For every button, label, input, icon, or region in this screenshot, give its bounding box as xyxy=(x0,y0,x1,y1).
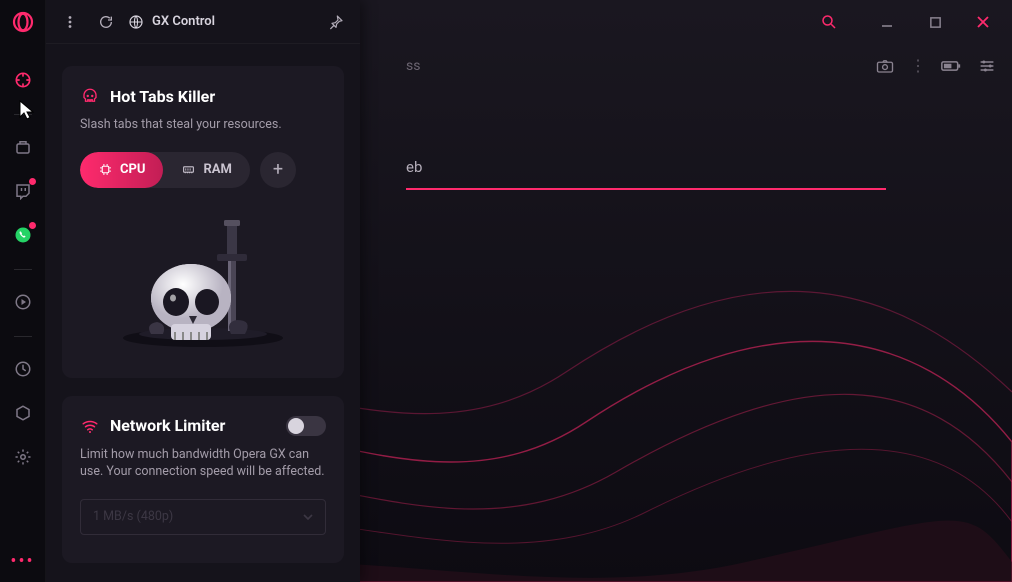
sidebar: ••• xyxy=(0,0,46,582)
network-limiter-subtitle: Limit how much bandwidth Opera GX can us… xyxy=(80,446,326,481)
hot-tabs-killer-card: Hot Tabs Killer Slash tabs that steal yo… xyxy=(62,66,344,378)
resource-segmented-control: CPU RAM xyxy=(80,152,250,188)
sidebar-divider xyxy=(14,336,32,337)
sidebar-divider xyxy=(14,269,32,270)
search-underline xyxy=(406,188,886,190)
sidebar-settings[interactable] xyxy=(7,441,39,473)
sidebar-gx-corner[interactable] xyxy=(7,131,39,163)
hot-tabs-title: Hot Tabs Killer xyxy=(110,87,215,106)
page-text-fragment: ss xyxy=(406,58,420,74)
sidebar-divider xyxy=(14,114,32,115)
panel-reload-button[interactable] xyxy=(92,8,120,36)
snapshot-icon[interactable] xyxy=(874,57,896,75)
skull-sword-illustration xyxy=(80,206,326,356)
maximize-button[interactable] xyxy=(922,9,948,35)
segment-ram-label: RAM xyxy=(203,162,231,177)
bandwidth-select[interactable]: 1 MB/s (480p) xyxy=(80,499,326,535)
sidebar-extensions[interactable] xyxy=(7,397,39,429)
network-limiter-card: Network Limiter Limit how much bandwidth… xyxy=(62,396,344,563)
sidebar-whatsapp[interactable] xyxy=(7,219,39,251)
notification-dot-icon xyxy=(29,222,36,229)
notification-dot-icon xyxy=(29,178,36,185)
close-button[interactable] xyxy=(970,9,996,35)
separator-dots: ⋮ xyxy=(910,56,926,75)
easy-setup-icon[interactable] xyxy=(976,57,998,75)
bandwidth-select-value: 1 MB/s (480p) xyxy=(93,509,173,524)
minimize-button[interactable] xyxy=(874,9,900,35)
wifi-icon xyxy=(80,416,100,436)
sidebar-gx-control[interactable] xyxy=(7,64,39,96)
gx-control-panel: GX Control Hot Tabs Killer Slash tabs th… xyxy=(46,0,360,582)
page-text-fragment: eb xyxy=(406,158,422,176)
segment-cpu-label: CPU xyxy=(120,162,145,177)
ram-icon xyxy=(181,163,195,177)
network-limiter-title: Network Limiter xyxy=(110,416,225,435)
add-resource-button[interactable]: + xyxy=(260,152,296,188)
sidebar-history[interactable] xyxy=(7,353,39,385)
sidebar-twitch[interactable] xyxy=(7,175,39,207)
sidebar-more-button[interactable]: ••• xyxy=(10,551,34,572)
opera-gx-logo[interactable] xyxy=(9,8,37,36)
battery-icon[interactable] xyxy=(940,57,962,75)
search-icon[interactable] xyxy=(816,9,842,35)
panel-menu-button[interactable] xyxy=(56,8,84,36)
globe-icon xyxy=(128,14,144,30)
segment-ram[interactable]: RAM xyxy=(163,152,249,188)
segment-cpu[interactable]: CPU xyxy=(80,152,163,188)
chevron-down-icon xyxy=(303,514,313,520)
panel-title-text: GX Control xyxy=(152,14,215,29)
cpu-icon xyxy=(98,163,112,177)
sidebar-player[interactable] xyxy=(7,286,39,318)
panel-pin-button[interactable] xyxy=(322,8,350,36)
panel-title: GX Control xyxy=(128,14,215,30)
network-limiter-toggle[interactable] xyxy=(286,416,326,436)
panel-header: GX Control xyxy=(46,0,360,44)
hot-tabs-subtitle: Slash tabs that steal your resources. xyxy=(80,116,326,134)
skull-icon xyxy=(80,86,100,106)
